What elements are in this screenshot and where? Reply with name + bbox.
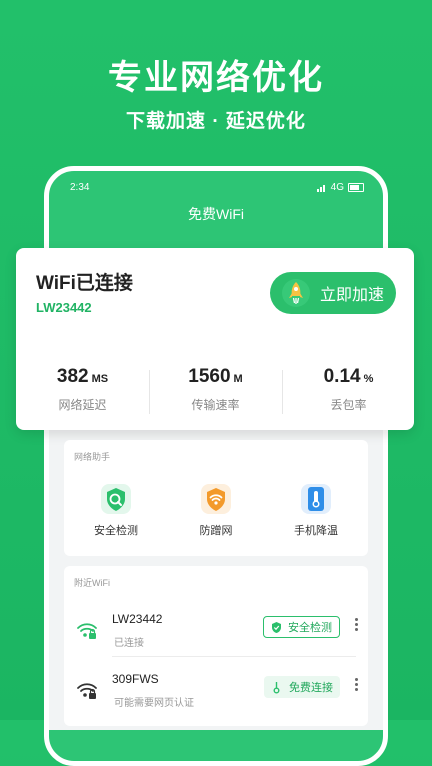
wifi-status: 已连接 (114, 638, 144, 649)
signal-icon (316, 184, 327, 192)
wifi-lock-icon (76, 682, 98, 700)
rocket-icon (282, 279, 310, 307)
tool-cool-down[interactable]: 手机降温 (276, 484, 356, 538)
app-title: 免费WiFi (188, 206, 244, 222)
stat-value: 382 (56, 366, 89, 387)
more-icon[interactable] (354, 616, 358, 638)
row-divider (112, 656, 356, 657)
more-icon[interactable] (354, 676, 358, 698)
stat-latency: 382 MS 网络延迟 (16, 366, 149, 413)
shield-icon (272, 621, 281, 633)
stat-value: 0.14 (323, 366, 361, 387)
wifi-status: 可能需要网页认证 (114, 698, 194, 709)
wifi-shield-icon (201, 484, 231, 514)
thermometer-icon (301, 484, 331, 514)
wifi-lock-icon (76, 622, 98, 640)
tool-label: 防蹭网 (199, 525, 233, 537)
key-icon (273, 681, 280, 693)
action-label: 免费连接 (289, 682, 333, 694)
connection-card: WiFi已连接 LW23442 立即加速 382 MS 网络延迟 1560 M 传输… (16, 248, 414, 430)
status-time: 2:34 (70, 182, 90, 193)
stat-divider (149, 370, 150, 414)
stat-packet-loss: 0.14% 丢包率 (282, 366, 415, 413)
section-title: 网络助手 (74, 452, 111, 462)
action-label: 安全检测 (288, 622, 332, 634)
promo-subtitle: 下载加速 · 延迟优化 (126, 111, 306, 132)
tool-label: 安全检测 (94, 525, 138, 537)
battery-icon (348, 183, 364, 192)
security-check-button[interactable]: 安全检测 (263, 616, 340, 638)
stat-value: 1560 (188, 366, 231, 387)
status-bar: 2:34 4G (60, 180, 372, 196)
tool-security-check[interactable]: 安全检测 (76, 484, 156, 538)
stat-unit: MS (91, 373, 109, 385)
boost-label: 立即加速 (320, 287, 385, 304)
stat-unit: % (363, 373, 374, 385)
stat-label: 网络延迟 (58, 398, 107, 412)
connection-title: WiFi已连接 (36, 273, 133, 294)
shield-check-icon (101, 484, 131, 514)
stat-unit: M (233, 373, 243, 385)
wifi-ssid: LW23442 (112, 612, 163, 626)
stat-label: 传输速率 (191, 398, 240, 412)
stat-label: 丢包率 (330, 398, 367, 412)
boost-button[interactable]: 立即加速 (270, 272, 396, 314)
wifi-ssid: 309FWS (112, 672, 159, 686)
tool-anti-leech[interactable]: 防蹭网 (176, 484, 256, 538)
nearby-wifi-card: 附近WiFi LW23442 已连接 安全检测 309FWS 可能需要网页认证 … (64, 566, 368, 726)
stat-divider (282, 370, 283, 414)
stats-row: 382 MS 网络延迟 1560 M 传输速率 0.14% 丢包率 (16, 366, 414, 418)
stat-speed: 1560 M 传输速率 (149, 366, 282, 413)
network-helper-card: 网络助手 安全检测 防蹭网 手机降温 (64, 440, 368, 556)
free-connect-button[interactable]: 免费连接 (264, 676, 340, 698)
tool-label: 手机降温 (294, 525, 338, 537)
network-type: 4G (330, 182, 344, 193)
promo-title: 专业网络优化 (108, 59, 324, 97)
list-item[interactable]: 309FWS 可能需要网页认证 免费连接 (64, 664, 368, 724)
status-indicators: 4G (316, 182, 364, 193)
section-title: 附近WiFi (74, 578, 110, 588)
list-item[interactable]: LW23442 已连接 安全检测 (64, 604, 368, 664)
connected-ssid: LW23442 (36, 300, 92, 315)
